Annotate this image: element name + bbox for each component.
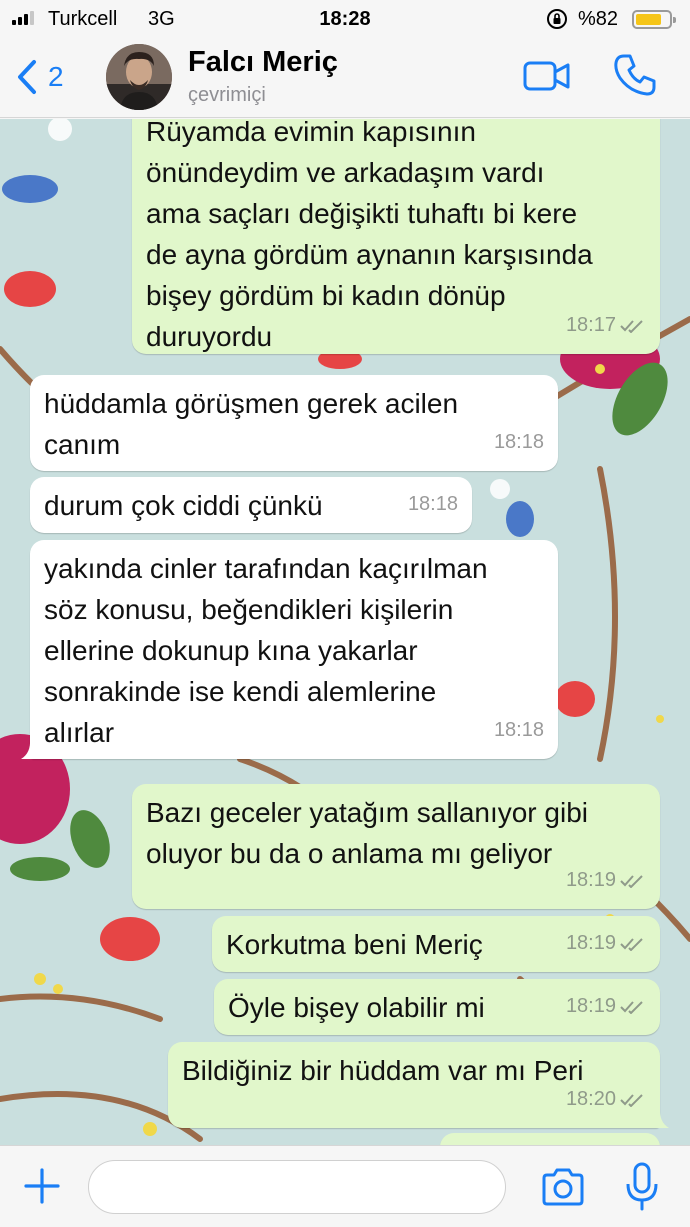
- message-text-line: ellerine dokunup kına yakarlar: [44, 635, 418, 666]
- message-input[interactable]: [88, 1160, 506, 1214]
- message-meta: 18:17: [566, 305, 646, 346]
- contact-name[interactable]: Falcı Meriç: [188, 46, 338, 79]
- message-text-line: önündeydim ve arkadaşım vardı: [146, 157, 545, 188]
- message-text-line: Bazı geceler yatağım sallanıyor gibi: [146, 797, 588, 828]
- message-time: 18:19: [565, 932, 616, 954]
- avatar[interactable]: [106, 44, 172, 110]
- message-time: 18:17: [565, 314, 616, 336]
- message-text-line: yakında cinler tarafından kaçırılman: [44, 553, 488, 584]
- chat-area[interactable]: Rüyamda evimin kapısının önündeydim ve a…: [0, 119, 690, 1145]
- message-text-line: de ayna gördüm aynanın karşısında: [146, 239, 593, 270]
- message-meta: 18:19: [566, 860, 646, 901]
- message-text-line: hüddamla görüşmen gerek acilen: [44, 388, 459, 419]
- message-time: 18:19: [565, 995, 616, 1017]
- contact-status: çevrimiçi: [188, 84, 266, 106]
- message-bubble-outgoing[interactable]: Bildiğiniz bir hüddam var mı Peri 18:20: [168, 1042, 669, 1128]
- double-check-icon: [620, 937, 643, 951]
- message-time: 18:20: [565, 1088, 616, 1110]
- bubble-tail: [651, 1108, 669, 1128]
- bubble-tail: [21, 739, 39, 759]
- chevron-left-icon: [18, 60, 36, 94]
- message-bubble-outgoing[interactable]: Rüyamda evimin kapısının önündeydim ve a…: [132, 119, 660, 354]
- message-text-line: canım: [44, 429, 121, 460]
- double-check-icon: [620, 1000, 643, 1014]
- phone-icon[interactable]: [612, 52, 658, 98]
- message-bubble-outgoing[interactable]: Bazı geceler yatağım sallanıyor gibi olu…: [132, 784, 660, 909]
- status-bar: Turkcell 3G 18:28 %82: [0, 0, 690, 38]
- message-time: 18:19: [565, 869, 616, 891]
- message-bubble-incoming[interactable]: hüddamla görüşmen gerek acilen canım 18:…: [30, 375, 558, 471]
- unread-count: 2: [48, 61, 64, 92]
- message-meta: 18:18: [408, 484, 458, 525]
- message-bubble-outgoing[interactable]: Öyle bişey olabilir mi 18:19: [214, 979, 660, 1035]
- video-camera-icon[interactable]: [522, 58, 572, 94]
- double-check-icon: [620, 319, 643, 333]
- plus-icon[interactable]: [22, 1166, 62, 1206]
- battery-percentage: %82: [578, 8, 619, 30]
- message-bubble-outgoing[interactable]: Korkutma beni Meriç 18:19: [212, 916, 660, 972]
- message-meta: 18:19: [566, 986, 646, 1027]
- message-time: 18:18: [493, 719, 544, 741]
- message-text-line: söz konusu, beğendikleri kişilerin: [44, 594, 454, 625]
- battery-icon: [632, 10, 676, 29]
- message-time: 18:18: [407, 493, 458, 515]
- message-text-line: ama saçları değişikti tuhaftı bi kere: [146, 198, 578, 229]
- message-bubble-incoming[interactable]: yakında cinler tarafından kaçırılman söz…: [21, 540, 558, 759]
- message-bubble-incoming[interactable]: durum çok ciddi çünkü 18:18: [30, 477, 472, 533]
- message-time: 18:18: [493, 431, 544, 453]
- message-text-line: Rüyamda evimin kapısının: [146, 119, 476, 147]
- orientation-lock-icon: [547, 9, 567, 29]
- message-text-line: durum çok ciddi çünkü: [44, 490, 323, 521]
- message-meta: 18:20: [566, 1079, 646, 1120]
- message-meta: 18:18: [494, 422, 544, 463]
- double-check-icon: [620, 874, 643, 888]
- message-bubble-outgoing[interactable]: [440, 1133, 660, 1145]
- message-text-line: sonrakinde ise kendi alemlerine: [44, 676, 437, 707]
- message-input-bar: [0, 1145, 690, 1227]
- message-text-line: alırlar: [44, 717, 115, 748]
- camera-icon[interactable]: [540, 1168, 586, 1206]
- chat-header: 2 Falcı Meriç çevrimiçi: [0, 38, 690, 118]
- microphone-icon[interactable]: [624, 1162, 660, 1212]
- back-button[interactable]: 2: [14, 58, 64, 96]
- message-meta: 18:19: [566, 923, 646, 964]
- message-meta: 18:18: [494, 710, 544, 751]
- double-check-icon: [620, 1093, 643, 1107]
